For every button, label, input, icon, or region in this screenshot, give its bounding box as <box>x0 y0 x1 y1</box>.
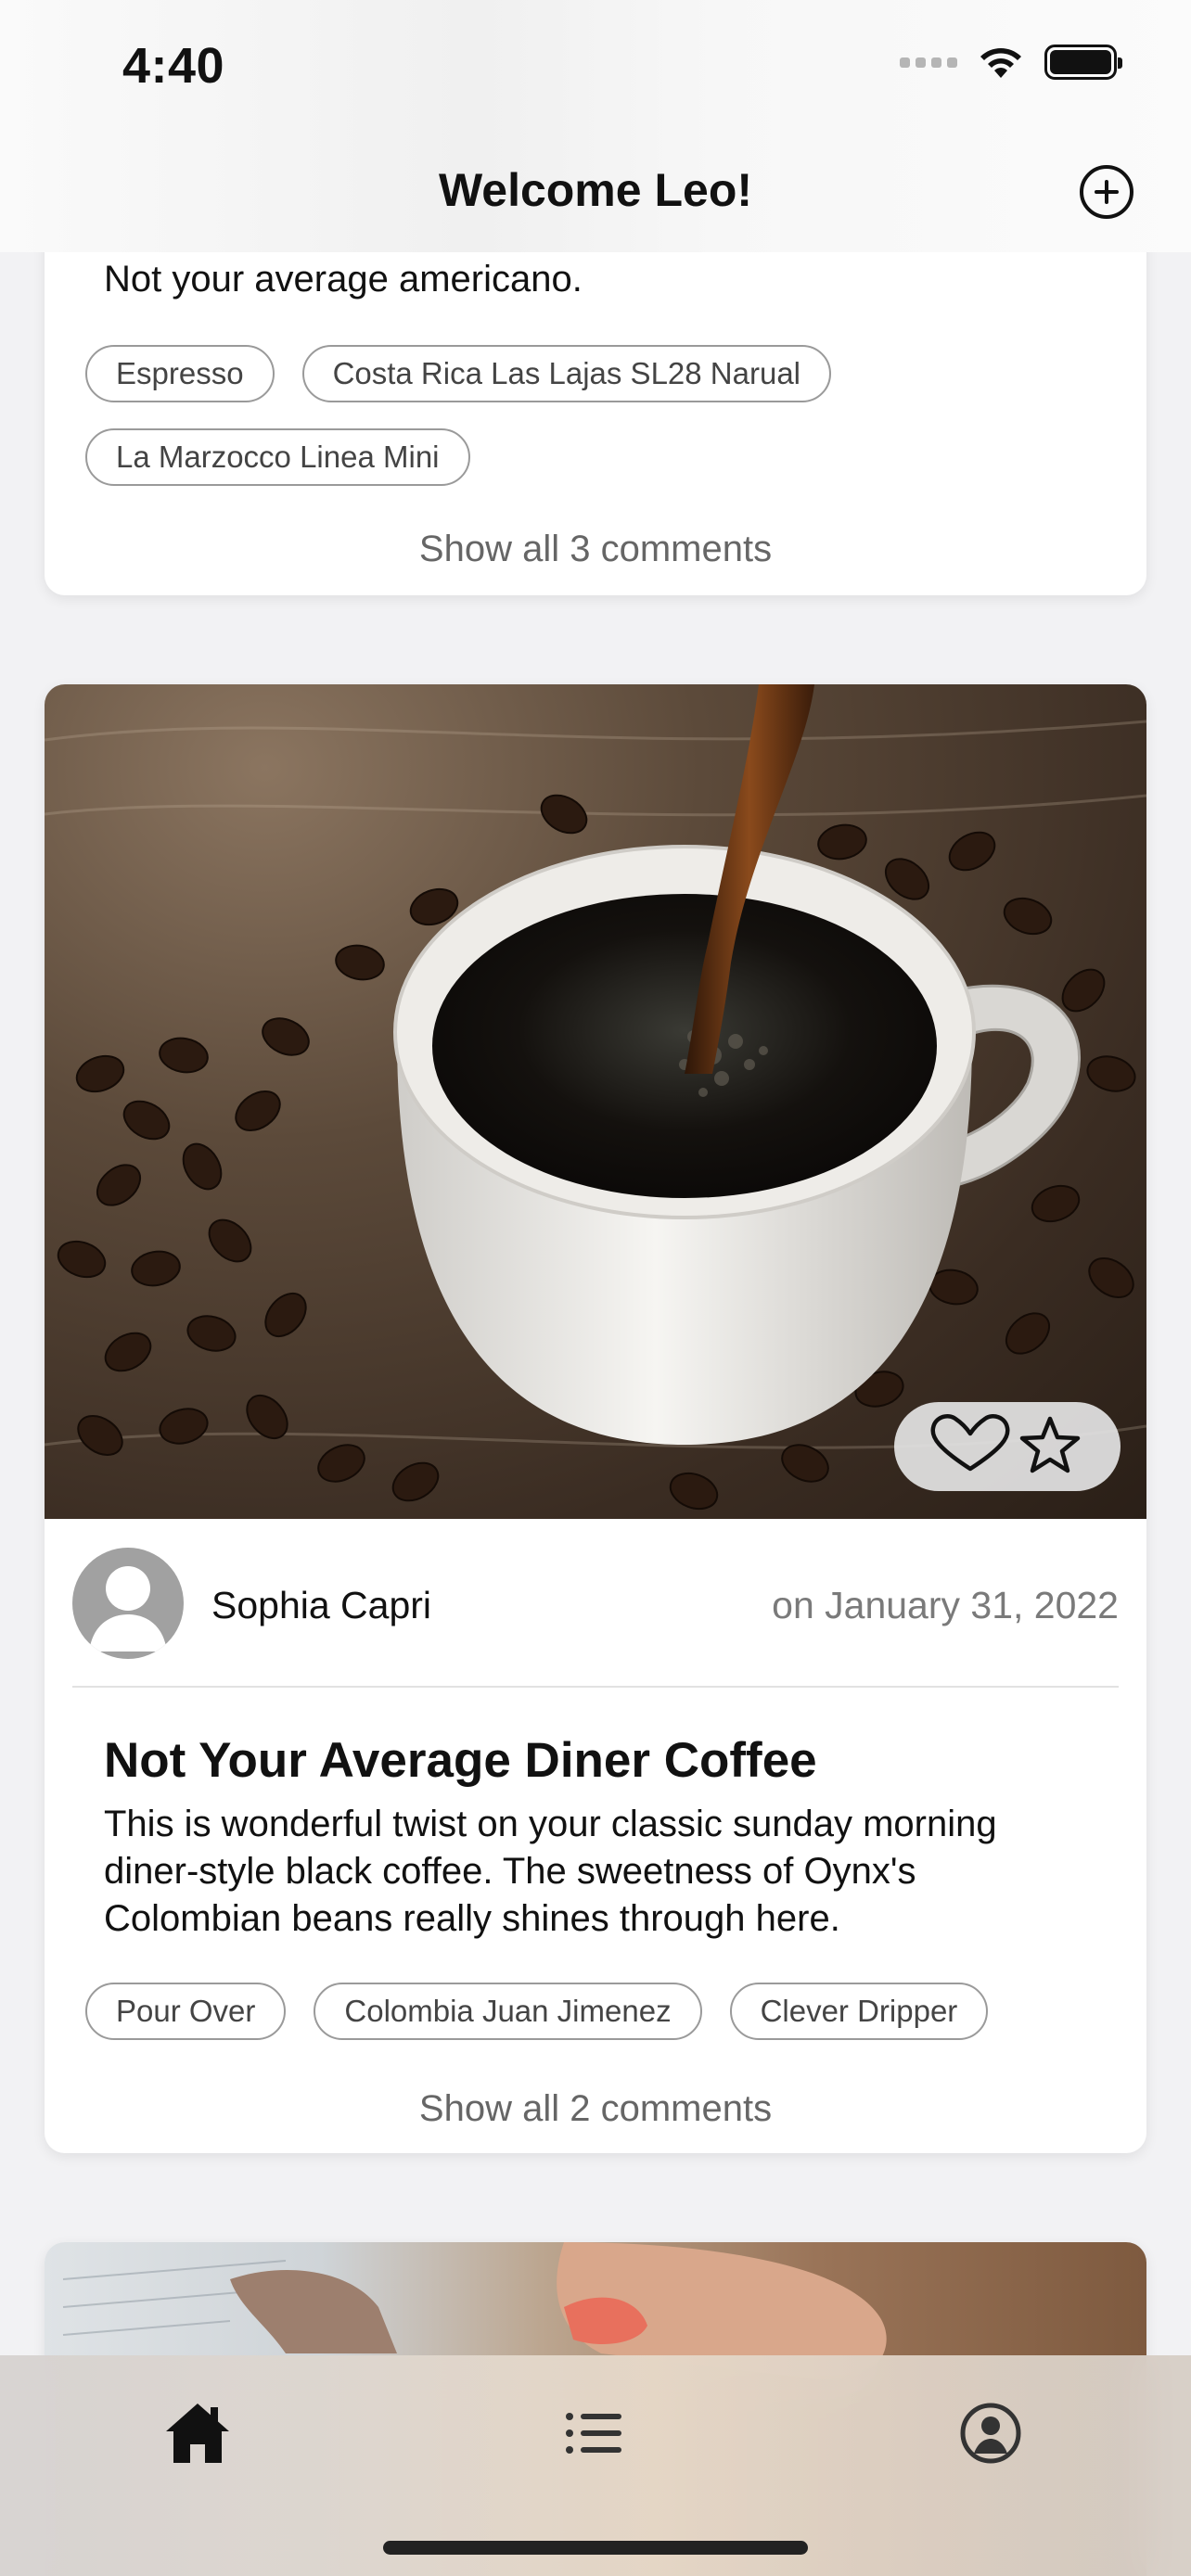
home-indicator[interactable] <box>383 2541 808 2555</box>
heart-icon[interactable] <box>930 1414 1010 1472</box>
status-icons <box>900 45 1122 80</box>
show-comments-link[interactable]: Show all 3 comments <box>45 529 1146 570</box>
post-description: Not your average americano. <box>104 259 583 300</box>
tab-profile[interactable] <box>954 2396 1028 2470</box>
status-time: 4:40 <box>122 38 225 94</box>
post-date: on January 31, 2022 <box>772 1584 1119 1626</box>
tag-list: Pour Over Colombia Juan Jimenez Clever D… <box>45 1983 1146 2040</box>
default-avatar-glyph <box>89 1566 167 1651</box>
tag-chip[interactable]: Clever Dripper <box>729 1983 989 2040</box>
profile-icon <box>960 2403 1021 2464</box>
add-post-button[interactable] <box>1080 165 1133 219</box>
app-screen: Not your average americano. Espresso Cos… <box>0 0 1191 2576</box>
post-actions <box>894 1402 1121 1491</box>
nav-header: 4:40 Welcome Leo! <box>0 0 1191 252</box>
page-title: Welcome Leo! <box>438 164 753 216</box>
post-title: Not Your Average Diner Coffee <box>104 1733 817 1788</box>
author-name[interactable]: Sophia Capri <box>211 1584 431 1627</box>
wifi-icon <box>980 48 1021 78</box>
tag-chip[interactable]: Costa Rica Las Lajas SL28 Narual <box>301 345 832 402</box>
cellular-signal-icon <box>900 57 957 68</box>
tag-chip[interactable]: Pour Over <box>85 1983 287 2040</box>
list-icon <box>566 2413 621 2454</box>
tab-home[interactable] <box>160 2396 235 2470</box>
tag-chip[interactable]: Espresso <box>85 345 275 402</box>
coffee-photo-illustration <box>45 684 1146 1511</box>
post-action-icons <box>930 1414 1081 1473</box>
tag-list: Espresso Costa Rica Las Lajas SL28 Narua… <box>45 345 972 486</box>
star-icon[interactable] <box>1019 1416 1081 1473</box>
tag-chip[interactable]: Colombia Juan Jimenez <box>314 1983 702 2040</box>
post-description: This is wonderful twist on your classic … <box>104 1804 997 1939</box>
post-card[interactable]: Sophia Capri on January 31, 2022 Not You… <box>45 684 1146 2153</box>
tag-chip[interactable]: La Marzocco Linea Mini <box>85 428 470 486</box>
author-row[interactable]: Sophia Capri on January 31, 2022 <box>45 1519 1146 1691</box>
tab-list[interactable] <box>557 2396 631 2470</box>
home-icon <box>166 2404 229 2463</box>
avatar-icon[interactable] <box>72 1548 184 1659</box>
divider <box>72 1686 1119 1688</box>
post-photo[interactable] <box>45 684 1146 1519</box>
battery-icon <box>1044 45 1122 80</box>
show-comments-link[interactable]: Show all 2 comments <box>45 2088 1146 2130</box>
